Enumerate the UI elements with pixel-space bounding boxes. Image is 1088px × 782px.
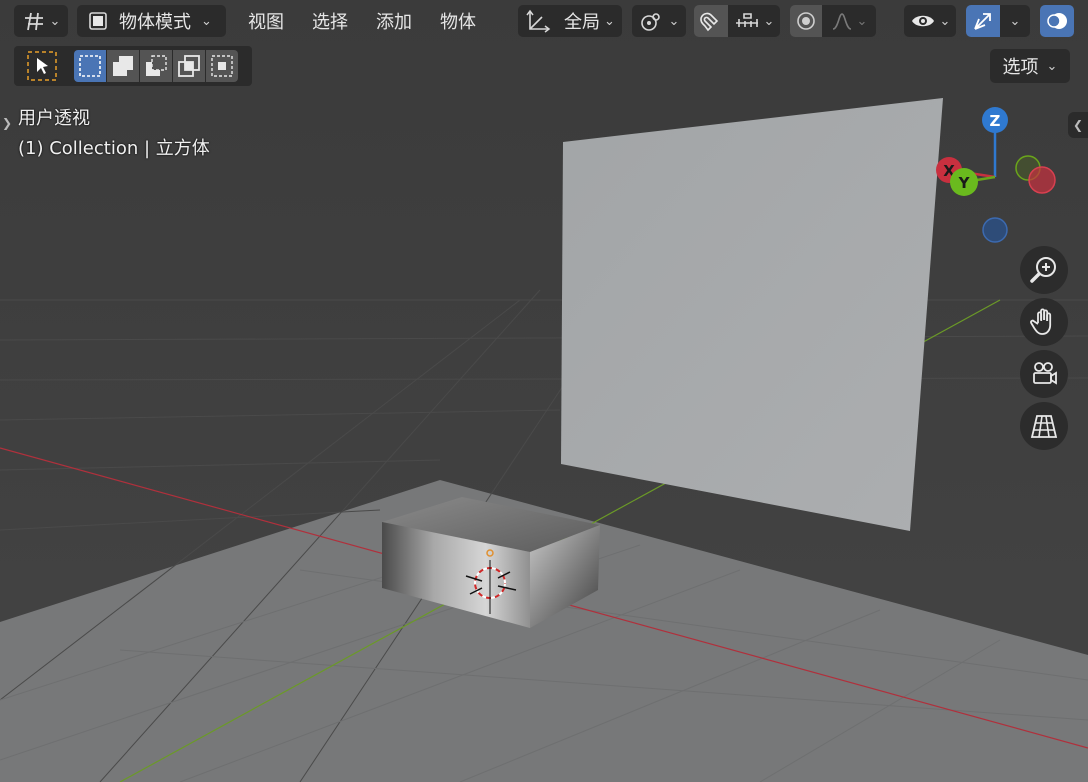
select-invert-icon: [178, 55, 200, 77]
pan-button[interactable]: [1020, 298, 1068, 346]
eye-icon: [911, 15, 934, 27]
snap-magnet-icon: [700, 12, 719, 32]
pivot-icon: [640, 13, 660, 31]
chevron-down-icon: ⌄: [604, 13, 615, 29]
gizmo-y-handle[interactable]: Y: [950, 168, 978, 196]
chevron-down-icon: ⌄: [49, 13, 61, 29]
snap-target-dropdown[interactable]: ⌄: [728, 5, 780, 37]
gizmo-neg-z-handle[interactable]: [982, 217, 1008, 243]
select-subtract-button[interactable]: [140, 50, 172, 82]
camera-view-button[interactable]: [1020, 350, 1068, 398]
gizmo-dropdown[interactable]: ⌄: [1000, 5, 1030, 37]
zoom-icon: [1030, 257, 1056, 283]
navigation-gizmo[interactable]: Z X Y: [925, 100, 1065, 250]
gizmo-icon: [974, 13, 991, 30]
object-mode-icon: [89, 12, 107, 30]
orientation-label: 全局: [564, 12, 600, 33]
cursor-select-icon: [27, 51, 57, 81]
pivot-point-button[interactable]: ⌄: [632, 5, 686, 37]
svg-text:Z: Z: [990, 112, 1001, 130]
proportional-edit-icon: [797, 12, 815, 30]
snap-increment-icon: [735, 13, 758, 27]
mode-dropdown[interactable]: 物体模式 ⌄: [77, 5, 226, 37]
falloff-curve-icon: [832, 13, 851, 30]
transform-orientation-icon: [526, 9, 551, 33]
chevron-down-icon: ⌄: [763, 13, 775, 29]
select-new-button[interactable]: [74, 50, 106, 82]
select-extend-icon: [113, 56, 133, 76]
select-extend-button[interactable]: [107, 50, 139, 82]
svg-text:Y: Y: [958, 174, 971, 192]
chevron-down-icon: ⌄: [1009, 13, 1021, 29]
mode-label: 物体模式: [119, 12, 191, 33]
chevron-down-icon: ⌄: [201, 13, 212, 29]
falloff-dropdown[interactable]: ⌄: [822, 5, 876, 37]
proportional-edit-toggle[interactable]: [790, 5, 822, 37]
select-new-icon: [79, 55, 101, 77]
chevron-down-icon: ⌄: [1046, 58, 1058, 74]
gizmo-toggle[interactable]: [966, 5, 1000, 37]
options-dropdown[interactable]: 选项 ⌄: [990, 49, 1070, 83]
select-invert-button[interactable]: [173, 50, 205, 82]
grid-perspective-icon: [1030, 415, 1058, 438]
menu-select[interactable]: 选择: [312, 5, 348, 37]
toolbar-expand-icon[interactable]: ❯: [2, 116, 12, 130]
chevron-down-icon: ⌄: [939, 13, 951, 29]
chevron-down-icon: ⌄: [856, 13, 868, 29]
plane-object[interactable]: [561, 98, 943, 531]
camera-icon: [1033, 362, 1057, 385]
menu-object[interactable]: 物体: [440, 5, 476, 37]
editor-type-button[interactable]: ⌄: [14, 5, 68, 37]
overlays-toggle[interactable]: [1040, 5, 1074, 37]
visibility-dropdown[interactable]: ⌄: [904, 5, 956, 37]
collection-label: (1) Collection | 立方体: [18, 138, 210, 159]
menu-view[interactable]: 视图: [248, 5, 284, 37]
editor-type-icon: [24, 12, 43, 31]
view-name: 用户透视: [18, 108, 90, 129]
overlays-icon: [1047, 13, 1067, 29]
snap-toggle[interactable]: [694, 5, 728, 37]
select-tool-button[interactable]: [25, 50, 59, 82]
select-intersect-icon: [211, 55, 233, 77]
gizmo-neg-x-handle[interactable]: [1028, 166, 1056, 194]
projection-toggle-button[interactable]: [1020, 402, 1068, 450]
select-intersect-button[interactable]: [206, 50, 238, 82]
hand-icon: [1030, 308, 1052, 335]
menu-add[interactable]: 添加: [376, 5, 412, 37]
transform-orientation-dropdown[interactable]: 全局 ⌄: [518, 5, 622, 37]
gizmo-z-handle[interactable]: Z: [982, 107, 1008, 133]
chevron-down-icon: ⌄: [668, 13, 680, 29]
viewport-header: ⌄ 物体模式 ⌄ 视图 选择 添加 物体 全局 ⌄ ⌄ ⌄ ⌄ ⌄ ⌄: [0, 0, 1088, 44]
zoom-button[interactable]: [1020, 246, 1068, 294]
sidebar-expand-icon[interactable]: ❮: [1068, 112, 1088, 138]
options-label: 选项: [1002, 57, 1039, 78]
select-subtract-icon: [146, 55, 167, 76]
